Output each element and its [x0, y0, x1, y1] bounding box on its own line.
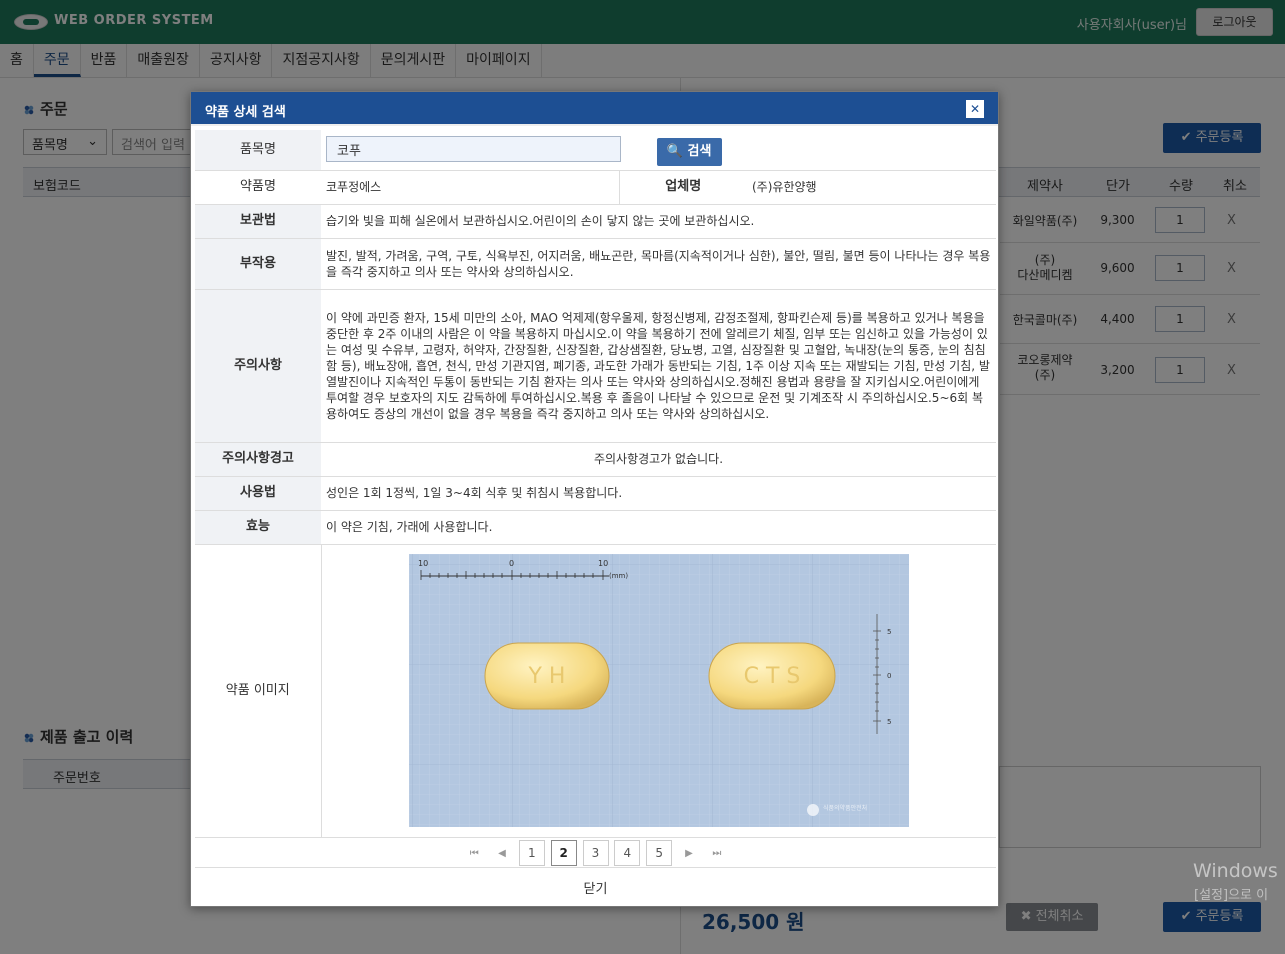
- page-5[interactable]: 5: [646, 840, 673, 866]
- search-button[interactable]: 🔍 검색: [656, 137, 722, 166]
- ruler-unit: (mm): [609, 572, 628, 580]
- next-page-icon[interactable]: ▶: [677, 848, 701, 859]
- drug-image: 10 0 10 (mm) 5 0 5 Y H C T S 식품의약품안전처: [408, 554, 909, 827]
- effect-value: 이 약은 기침, 가래에 사용합니다.: [321, 510, 996, 545]
- search-icon: 🔍: [666, 143, 684, 159]
- page-3[interactable]: 3: [582, 840, 609, 866]
- drug-search-input[interactable]: [326, 136, 621, 162]
- windows-activation-hint: [설정]으로 이: [1194, 888, 1269, 903]
- side-effects-label: 부작용: [195, 238, 321, 290]
- page-4[interactable]: 4: [614, 840, 641, 866]
- close-icon[interactable]: ✕: [966, 100, 984, 118]
- usage-label: 사용법: [195, 476, 321, 511]
- prev-page-icon[interactable]: ◀: [490, 848, 514, 859]
- company-label: 업체명: [619, 170, 747, 205]
- warning-value: 주의사항경고가 없습니다.: [321, 442, 996, 477]
- mfds-watermark: 식품의약품안전처: [823, 804, 867, 812]
- ruler-tick-label: 10: [598, 559, 608, 568]
- ruler-tick-label: 10: [418, 559, 428, 568]
- image-label: 약품 이미지: [195, 544, 322, 838]
- page-2[interactable]: 2: [550, 840, 577, 866]
- ruler-side-label: 5: [887, 628, 891, 636]
- modal-divider: [195, 867, 996, 868]
- search-label: 품목명: [195, 130, 321, 171]
- ruler-tick-label: 0: [509, 559, 514, 568]
- cautions-label: 주의사항: [195, 289, 321, 443]
- drug-detail-modal: 약품 상세 검색 ✕ 품목명 🔍 검색 약품명 코푸정에스 업체명 (주)유한양…: [190, 91, 999, 907]
- pill-photo: 10 0 10 (mm) 5 0 5 Y H C T S 식품의약품안전처: [408, 554, 909, 827]
- last-page-icon[interactable]: ⏭: [705, 848, 729, 859]
- drug-name-value: 코푸정에스: [321, 170, 620, 205]
- modal-title: 약품 상세 검색: [205, 105, 286, 120]
- modal-header: 약품 상세 검색 ✕: [191, 92, 998, 126]
- pagination: ⏮ ◀ 1 2 3 4 5 ▶ ⏭: [191, 840, 1000, 866]
- modal-close-button[interactable]: 닫기: [191, 878, 1000, 897]
- pill-imprint: C T S: [743, 664, 800, 689]
- drug-detail-table: 품목명 🔍 검색 약품명 코푸정에스 업체명 (주)유한양행 보관법 습기와 빛…: [195, 130, 996, 838]
- side-effects-value: 발진, 발적, 가려움, 구역, 구토, 식욕부진, 어지러움, 배뇨곤란, 목…: [321, 238, 996, 290]
- pill-imprint: Y H: [527, 664, 565, 689]
- ruler-side-label: 5: [887, 718, 891, 726]
- ruler-side-label: 0: [887, 672, 891, 680]
- storage-label: 보관법: [195, 204, 321, 239]
- first-page-icon[interactable]: ⏮: [462, 848, 486, 859]
- usage-value: 성인은 1회 1정씩, 1일 3~4회 식후 및 취침시 복용합니다.: [321, 476, 996, 511]
- windows-activation-watermark: Windows: [1193, 860, 1278, 882]
- storage-value: 습기와 빛을 피해 실온에서 보관하십시오.어린이의 손이 닿지 않는 곳에 보…: [321, 204, 996, 239]
- drug-name-label: 약품명: [195, 170, 321, 205]
- cautions-value: 이 약에 과민증 환자, 15세 미만의 소아, MAO 억제제(항우울제, 항…: [321, 289, 996, 443]
- company-value: (주)유한양행: [747, 170, 996, 205]
- page-1[interactable]: 1: [518, 840, 545, 866]
- effect-label: 효능: [195, 510, 321, 545]
- warning-label: 주의사항경고: [195, 442, 321, 477]
